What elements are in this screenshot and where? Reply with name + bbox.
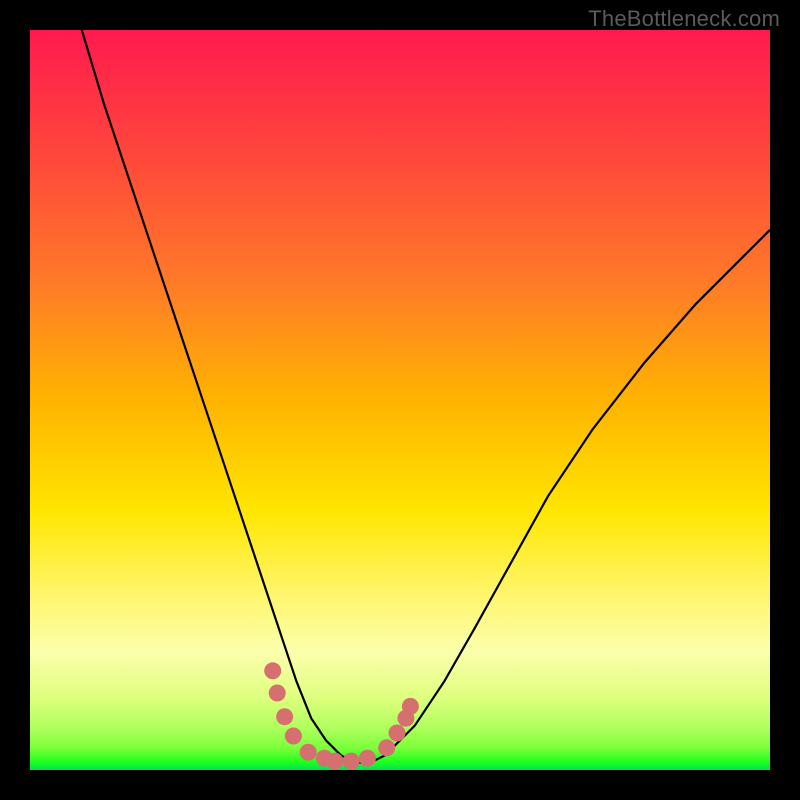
curve-marker — [300, 744, 317, 761]
curve-marker — [276, 708, 293, 725]
curve-marker — [264, 662, 281, 679]
curve-marker — [326, 753, 343, 770]
chart-frame: TheBottleneck.com — [0, 0, 800, 800]
curve-marker — [389, 725, 406, 742]
curve-marker — [285, 728, 302, 745]
curve-marker — [343, 753, 360, 770]
bottleneck-curve — [82, 30, 770, 763]
plot-area — [30, 30, 770, 770]
curve-marker — [378, 739, 395, 756]
brand-label: TheBottleneck.com — [588, 6, 780, 32]
curve-marker — [269, 685, 286, 702]
chart-svg — [30, 30, 770, 770]
curve-markers — [264, 662, 419, 769]
curve-marker — [359, 750, 376, 767]
curve-marker — [402, 698, 419, 715]
